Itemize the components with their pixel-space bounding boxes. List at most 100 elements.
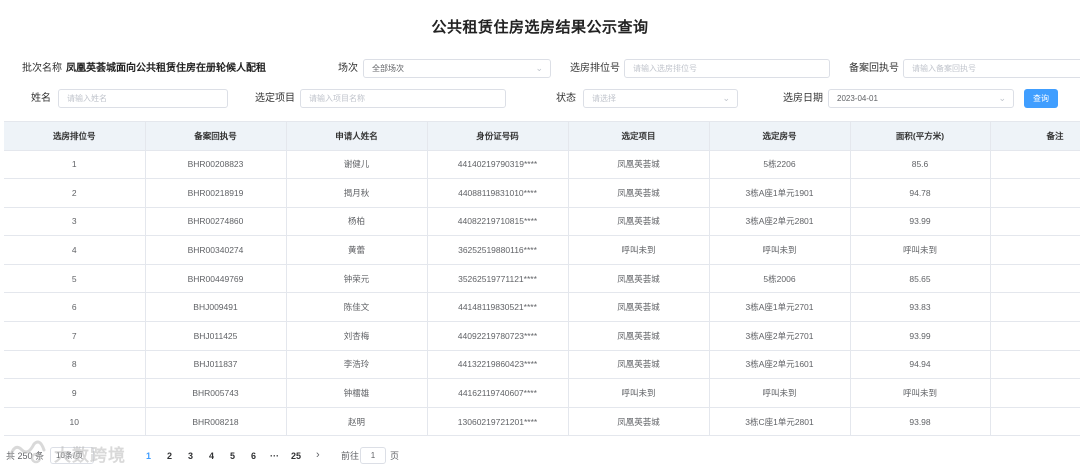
receipt-number-cell: BHR00340274 [145,235,287,265]
area-cell: 93.99 [850,207,991,237]
applicant-name-cell: 谢健儿 [286,150,428,180]
project-cell: 呼叫未到 [568,378,710,408]
column-header[interactable]: 面积(平方米) [850,122,991,151]
project-cell: 凤凰英荟城 [568,150,710,180]
receipt-number-input[interactable]: 请输入备案回执号 [903,59,1080,78]
page-title: 公共租赁住房选房结果公示查询 [431,19,649,36]
column-header[interactable]: 申请人姓名 [286,122,428,151]
receipt-number-placeholder: 请输入备案回执号 [912,64,976,73]
status-label: 状态 [556,93,576,104]
receipt-number-cell: BHR005743 [145,378,287,408]
queue-number-input[interactable]: 请输入选房排位号 [624,59,830,78]
remark-cell [990,407,1080,437]
watermark-logo: 大数跨境 [6,436,156,470]
area-cell: 93.83 [850,292,991,323]
column-header[interactable]: 选定房号 [709,122,851,151]
receipt-number-cell: BHJ011425 [145,321,287,351]
id-number-cell: 44162119740607**** [427,378,569,408]
date-label: 选房日期 [783,93,823,104]
page-number[interactable]: 3 [188,449,193,463]
room-number-cell: 3栋A座2单元2801 [709,207,851,237]
queue-number-cell: 10 [4,407,146,437]
applicant-name-cell: 揭月秋 [286,178,428,208]
chevron-right-icon[interactable]: › [316,448,320,462]
id-number-cell: 44092219780723**** [427,321,569,351]
receipt-number-cell: BHJ011837 [145,350,287,380]
column-header[interactable]: 选房排位号 [4,122,146,151]
remark-cell [990,207,1080,237]
id-number-cell: 13060219721201**** [427,407,569,437]
name-label: 姓名 [31,93,51,104]
queue-number-cell: 7 [4,321,146,351]
remark-cell [990,150,1080,180]
room-number-cell: 呼叫未到 [709,378,851,408]
goto-page-value: 1 [370,451,376,460]
remark-cell [990,264,1080,294]
project-cell: 凤凰英荟城 [568,292,710,323]
table-row: 3 BHR00274860 杨柏 44082219710815**** 凤凰英荟城 3栋A… [4,207,1080,237]
queue-number-cell: 6 [4,292,146,323]
receipt-number-cell: BHR00208823 [145,150,287,180]
project-cell: 凤凰英荟城 [568,407,710,437]
column-header[interactable]: 身份证号码 [427,122,569,151]
id-number-cell: 36252519880116**** [427,235,569,265]
page-number[interactable]: 25 [291,449,301,463]
page-number[interactable]: 4 [209,449,214,463]
status-select[interactable]: 请选择 ⌄ [583,89,738,108]
queue-number-cell: 3 [4,207,146,237]
query-button[interactable]: 查询 [1024,89,1058,108]
column-header[interactable]: 备注 [990,122,1080,151]
date-select[interactable]: 2023-04-01 ⌄ [828,89,1014,108]
applicant-name-cell: 杨柏 [286,207,428,237]
page-number[interactable]: 6 [251,449,256,463]
room-number-cell: 3栋A座1单元2701 [709,292,851,323]
filter-panel: 批次名称 凤凰英荟城面向公共租赁住房在册轮候人配租 场次 全部场次 ⌄ 选房排位… [0,56,1080,112]
pagination: 共 250 条 10条/页 1 2 3 4 5 6 ··· 25 › 前往 1 … [0,446,1080,466]
area-cell: 93.99 [850,321,991,351]
applicant-name-cell: 李浩玲 [286,350,428,380]
room-number-cell: 呼叫未到 [709,235,851,265]
room-number-cell: 3栋A座1单元1901 [709,178,851,208]
goto-suffix: 页 [390,451,400,461]
name-input[interactable]: 请输入姓名 [58,89,228,108]
project-cell: 凤凰英荟城 [568,264,710,294]
results-table: 选房排位号 备案回执号 申请人姓名 身份证号码 选定项目 选定房号 面积(平方米… [4,121,1080,437]
column-header[interactable]: 选定项目 [568,122,710,151]
project-cell: 凤凰英荟城 [568,178,710,208]
project-label: 选定项目 [255,93,295,104]
goto-page-input[interactable]: 1 [360,447,386,464]
table-row: 5 BHR00449769 钟荣元 35262519771121**** 凤凰英荟城 5栋… [4,264,1080,294]
table-row: 1 BHR00208823 谢健儿 44140219790319**** 凤凰英荟城 5栋… [4,150,1080,180]
batch-label: 批次名称 [22,63,62,74]
applicant-name-cell: 钟檑雄 [286,378,428,408]
area-cell: 呼叫未到 [850,235,991,265]
session-select[interactable]: 全部场次 ⌄ [363,59,551,78]
page-ellipsis[interactable]: ··· [270,449,279,463]
area-cell: 85.65 [850,264,991,294]
id-number-cell: 44132219860423**** [427,350,569,380]
table-row: 4 BHR00340274 黄蕾 36252519880116**** 呼叫未到 呼叫未到… [4,235,1080,265]
project-input[interactable]: 请输入项目名称 [300,89,506,108]
area-cell: 85.6 [850,150,991,180]
receipt-number-cell: BHR00449769 [145,264,287,294]
chevron-down-icon: ⌄ [535,63,543,73]
remark-cell [990,350,1080,380]
id-number-cell: 35262519771121**** [427,264,569,294]
table-row: 6 BHJ009491 陈佳文 44148119830521**** 凤凰英荟城 3栋A座… [4,292,1080,323]
logo-mark-icon [8,440,46,464]
applicant-name-cell: 陈佳文 [286,292,428,323]
queue-number-cell: 9 [4,378,146,408]
room-number-cell: 3栋A座2单元1601 [709,350,851,380]
page-number[interactable]: 5 [230,449,235,463]
remark-cell [990,321,1080,351]
room-number-cell: 5栋2006 [709,264,851,294]
page-number[interactable]: 2 [167,449,172,463]
receipt-number-cell: BHR00274860 [145,207,287,237]
goto-prefix: 前往 [341,451,360,461]
remark-cell [990,235,1080,265]
remark-cell [990,178,1080,208]
column-header[interactable]: 备案回执号 [145,122,287,151]
chevron-down-icon: ⌄ [722,93,730,103]
queue-number-cell: 4 [4,235,146,265]
date-value: 2023-04-01 [837,94,878,103]
